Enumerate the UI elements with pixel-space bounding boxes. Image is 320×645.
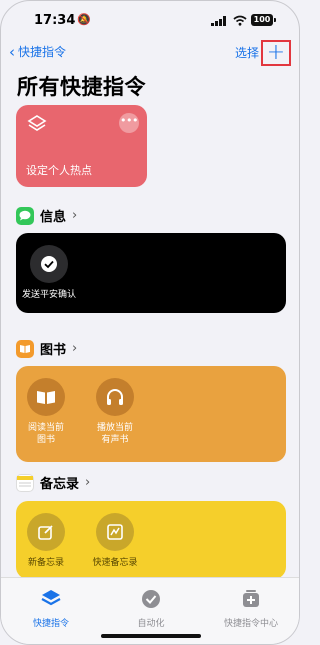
check-clock-icon <box>142 590 160 608</box>
tab-gallery[interactable]: 快捷指令中心 <box>206 588 296 629</box>
section-header-books[interactable]: 图书 › <box>16 339 77 358</box>
shortcut-tile[interactable]: 新备忘录 <box>11 513 81 569</box>
layers-icon <box>41 590 61 606</box>
headphones-icon <box>96 378 134 416</box>
select-button[interactable]: 选择 <box>235 44 259 61</box>
tab-automation[interactable]: 自动化 <box>106 588 196 629</box>
section-header-notes[interactable]: 备忘录 › <box>16 473 90 492</box>
shortcut-label: 阅读当前图书 <box>27 423 64 445</box>
open-book-icon <box>27 378 65 416</box>
gallery-plus-icon <box>243 590 259 607</box>
notes-app-icon <box>16 473 34 492</box>
shortcut-label: 播放当前有声书 <box>96 423 133 445</box>
messages-app-icon <box>16 206 34 225</box>
messages-shortcuts-card: 发送平安确认 <box>16 233 286 313</box>
status-time: 17:34 <box>34 13 76 28</box>
shortcut-label: 发送平安确认 <box>21 290 76 300</box>
status-bar: 17:34 🔕 100 <box>1 1 299 37</box>
shortcut-tile[interactable]: 阅读当前图书 <box>11 378 81 446</box>
section-title: 图书 <box>40 343 67 358</box>
mute-bell-icon: 🔕 <box>77 13 91 26</box>
shortcut-label: 新备忘录 <box>27 558 64 568</box>
tab-label: 自动化 <box>137 619 165 629</box>
checkmark-icon <box>30 245 68 283</box>
home-indicator <box>101 634 201 638</box>
phone-screen: 17:34 🔕 100 ‹ 快捷指令 选择 + 所有快捷指令 ••• 设定个人热… <box>0 0 300 645</box>
section-title: 备忘录 <box>40 477 80 492</box>
page-title: 所有快捷指令 <box>17 75 146 99</box>
books-shortcuts-card: 阅读当前图书 播放当前有声书 <box>16 366 286 462</box>
shortcut-tile[interactable]: 快速备忘录 <box>80 513 150 569</box>
chevron-right-icon: › <box>72 208 78 223</box>
compose-icon <box>27 513 65 551</box>
plus-icon: + <box>266 40 286 65</box>
chevron-right-icon: › <box>85 475 91 490</box>
shortcut-label: 设定个人热点 <box>26 164 92 177</box>
tab-label: 快捷指令中心 <box>223 619 278 629</box>
books-app-icon <box>16 339 34 358</box>
tab-label: 快捷指令 <box>32 619 69 629</box>
cellular-signal-icon <box>211 16 226 26</box>
shortcut-tile[interactable]: 发送平安确认 <box>14 245 84 301</box>
shortcut-label: 快速备忘录 <box>92 558 138 568</box>
section-title: 信息 <box>40 210 67 225</box>
wifi-icon <box>233 15 247 26</box>
navigation-bar: ‹ 快捷指令 选择 + <box>1 39 299 67</box>
section-header-messages[interactable]: 信息 › <box>16 206 77 225</box>
back-button[interactable]: ‹ 快捷指令 <box>9 43 66 60</box>
shortcut-tile[interactable]: 播放当前有声书 <box>80 378 150 446</box>
notes-shortcuts-card: 新备忘录 快速备忘录 <box>16 501 286 579</box>
chevron-right-icon: › <box>72 341 78 356</box>
chevron-left-icon: ‹ <box>9 42 15 61</box>
shortcut-card-hotspot[interactable]: ••• 设定个人热点 <box>16 105 147 187</box>
battery-icon: 100 <box>251 14 276 26</box>
quick-note-icon <box>96 513 134 551</box>
more-options-button[interactable]: ••• <box>119 113 139 133</box>
back-label: 快捷指令 <box>18 45 67 59</box>
add-shortcut-button[interactable]: + <box>261 40 291 66</box>
layers-icon <box>27 115 47 131</box>
tab-shortcuts[interactable]: 快捷指令 <box>6 588 96 629</box>
